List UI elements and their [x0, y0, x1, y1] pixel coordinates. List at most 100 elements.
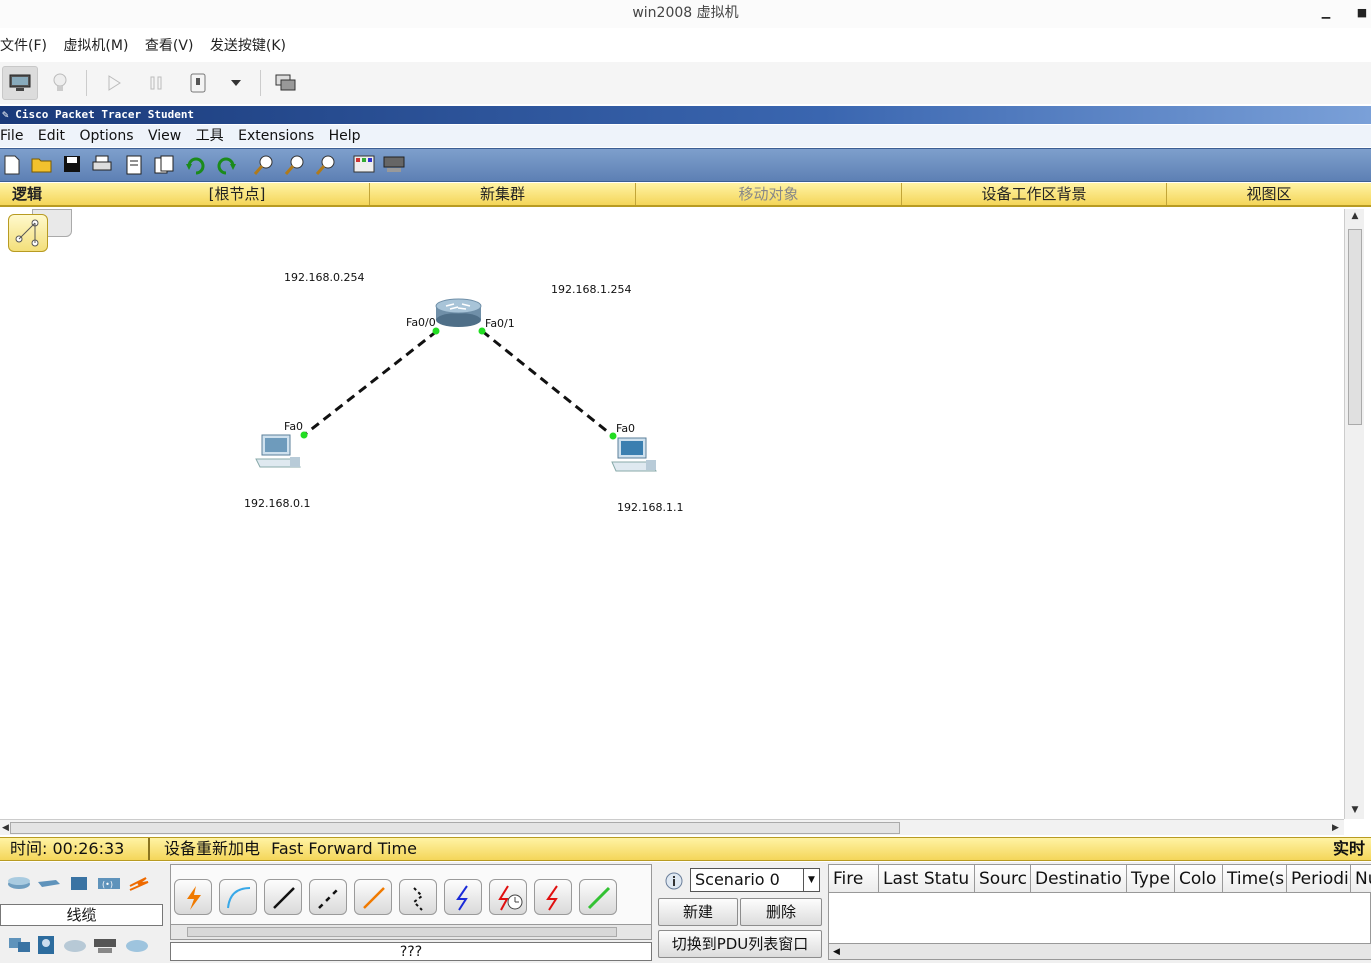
activity-wizard-button[interactable] — [122, 154, 146, 178]
vm-menu-view[interactable]: 查看(V) — [145, 34, 194, 58]
hubs-category-icon[interactable] — [66, 874, 92, 896]
fiber-cable-button[interactable] — [354, 879, 392, 915]
custom-devices-icon[interactable] — [92, 934, 118, 956]
pdu-column-source[interactable]: Sourc — [975, 865, 1031, 893]
zoom-out-button[interactable] — [314, 154, 338, 178]
viewport-button[interactable]: 视图区 — [1167, 183, 1371, 205]
pdu-column-color[interactable]: Colo — [1175, 865, 1223, 893]
scroll-thumb[interactable] — [10, 822, 900, 834]
scroll-thumb[interactable] — [187, 927, 617, 937]
pdu-column-time[interactable]: Time(s — [1223, 865, 1287, 893]
canvas-horizontal-scrollbar[interactable]: ◀ ▶ — [0, 819, 1344, 835]
zoom-reset-button[interactable] — [283, 154, 307, 178]
switches-category-icon[interactable] — [36, 874, 62, 896]
wireless-category-icon[interactable]: (•) — [96, 874, 122, 896]
scroll-down-icon[interactable]: ▼ — [1348, 805, 1362, 815]
pt-menu-view[interactable]: View — [148, 125, 181, 147]
link-router-pc-right[interactable] — [481, 329, 614, 438]
pt-menu-tools[interactable]: 工具 — [196, 125, 224, 147]
serial-dte-cable-button[interactable] — [534, 879, 572, 915]
wan-emulation-icon[interactable] — [34, 934, 60, 956]
realtime-mode-tab[interactable]: 实时 — [1333, 838, 1365, 860]
zoom-in-button[interactable] — [252, 154, 276, 178]
coaxial-cable-button[interactable] — [444, 879, 482, 915]
crossover-cable-button[interactable] — [309, 879, 347, 915]
pdu-column-last-status[interactable]: Last Statu — [879, 865, 975, 893]
logical-view-button[interactable] — [8, 214, 48, 252]
end-devices-icon[interactable] — [6, 934, 32, 956]
new-scenario-button[interactable]: 新建 — [658, 898, 738, 926]
straight-through-cable-button[interactable] — [264, 879, 302, 915]
link-router-pc-left[interactable] — [303, 329, 438, 437]
new-cluster-button[interactable]: 新集群 — [370, 183, 636, 205]
info-icon[interactable] — [664, 871, 684, 891]
toggle-pdu-list-button[interactable]: 切换到PDU列表窗口 — [658, 930, 822, 958]
pdu-table-scrollbar[interactable]: ◀ — [829, 943, 1371, 959]
console-cable-button[interactable] — [219, 879, 257, 915]
scroll-up-icon[interactable]: ▲ — [1348, 211, 1362, 221]
delete-scenario-button[interactable]: 删除 — [740, 898, 822, 926]
new-file-button[interactable] — [0, 154, 24, 178]
scroll-left-icon[interactable]: ◀ — [833, 944, 840, 960]
pdu-column-type[interactable]: Type — [1127, 865, 1175, 893]
scroll-thumb[interactable] — [1348, 229, 1362, 425]
scenario-panel: Scenario 0 ▼ 新建 删除 切换到PDU列表窗口 — [658, 864, 824, 960]
pdu-column-num[interactable]: Nu — [1351, 865, 1371, 893]
pt-menu-edit[interactable]: Edit — [38, 125, 65, 147]
scenario-select[interactable]: Scenario 0 ▼ — [690, 868, 820, 892]
vm-menu-file[interactable]: 文件(F) — [0, 34, 47, 58]
topology-icon — [15, 219, 39, 247]
print-button[interactable] — [90, 154, 114, 178]
scroll-right-icon[interactable]: ▶ — [1332, 820, 1339, 836]
minimize-button[interactable]: ▁ — [1318, 2, 1334, 24]
vm-window-title: win2008 虚拟机 — [632, 5, 739, 21]
close-button[interactable]: ■ — [1354, 2, 1370, 24]
pdu-column-fire[interactable]: Fire — [829, 865, 879, 893]
pc-icon[interactable] — [611, 437, 657, 472]
simulation-clock: 时间: 00:26:33 — [0, 838, 150, 860]
redo-button[interactable] — [214, 154, 238, 178]
play-button[interactable] — [102, 66, 126, 100]
multiuser-icon[interactable] — [124, 934, 150, 956]
pdu-column-periodic[interactable]: Periodi — [1287, 865, 1351, 893]
cloud-icon[interactable] — [62, 934, 88, 956]
power-button[interactable] — [186, 66, 210, 100]
vm-menu-vm[interactable]: 虚拟机(M) — [63, 34, 128, 58]
lightbulb-button[interactable] — [48, 66, 72, 100]
workspace-background-button[interactable]: 设备工作区背景 — [902, 183, 1167, 205]
copy-button[interactable] — [152, 154, 176, 178]
console-view-button[interactable] — [2, 66, 38, 100]
pt-menu-extensions[interactable]: Extensions — [238, 125, 314, 147]
power-cycle-button[interactable]: 设备重新加电 — [164, 839, 260, 858]
save-button[interactable] — [60, 154, 84, 178]
cable-panel-scrollbar[interactable] — [170, 924, 652, 940]
move-object-button[interactable]: 移动对象 — [636, 183, 902, 205]
logical-workspace-canvas[interactable]: 192.168.0.254 192.168.1.254 Fa0/0 Fa0/1 … — [0, 209, 1344, 819]
auto-connection-button[interactable] — [174, 879, 212, 915]
palette-button[interactable] — [352, 154, 376, 178]
phone-cable-button[interactable] — [399, 879, 437, 915]
undo-button[interactable] — [184, 154, 208, 178]
logical-tab[interactable]: 逻辑 — [0, 183, 105, 205]
pc-icon[interactable] — [255, 434, 301, 468]
pdu-column-destination[interactable]: Destinatio — [1031, 865, 1127, 893]
open-file-button[interactable] — [30, 154, 54, 178]
pt-menu-file[interactable]: File — [0, 125, 23, 147]
connections-category-icon[interactable] — [126, 874, 152, 896]
root-node-button[interactable]: [根节点] — [105, 183, 370, 205]
serial-dce-cable-button[interactable] — [489, 879, 527, 915]
pt-menu-options[interactable]: Options — [79, 125, 133, 147]
octal-cable-button[interactable] — [579, 879, 617, 915]
remote-display-button[interactable] — [272, 66, 300, 100]
pause-button[interactable] — [144, 66, 168, 100]
routers-category-icon[interactable] — [6, 874, 32, 896]
fast-forward-button[interactable]: Fast Forward Time — [271, 839, 417, 858]
scroll-left-icon[interactable]: ◀ — [2, 820, 9, 836]
custom-device-button[interactable] — [382, 154, 406, 178]
vm-menu-send-keys[interactable]: 发送按键(K) — [210, 34, 286, 58]
chevron-down-icon[interactable]: ▼ — [803, 869, 819, 891]
pt-menu-help[interactable]: Help — [329, 125, 361, 147]
router-icon[interactable] — [435, 298, 482, 327]
power-menu-dropdown[interactable] — [226, 66, 246, 100]
canvas-vertical-scrollbar[interactable]: ▲ ▼ — [1344, 209, 1364, 819]
